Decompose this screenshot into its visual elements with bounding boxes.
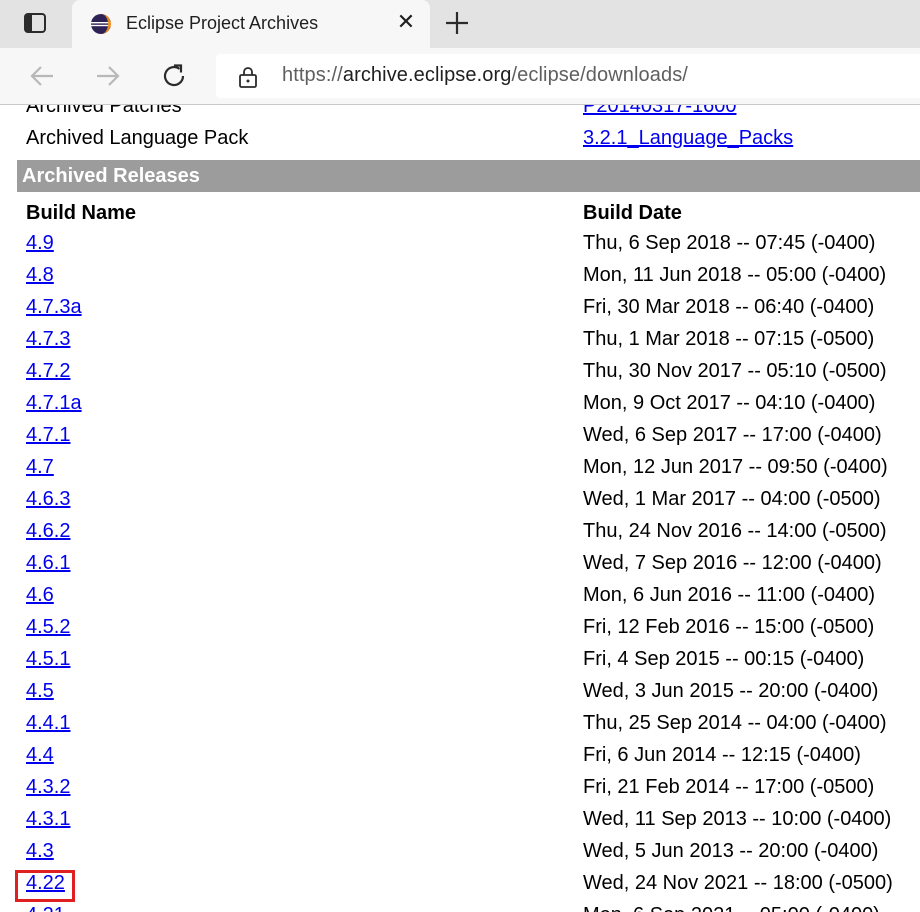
table-row: 4.5.2 Fri, 12 Feb 2016 -- 15:00 (-0500): [0, 614, 920, 646]
build-date: Fri, 21 Feb 2014 -- 17:00 (-0500): [583, 776, 875, 798]
table-row: 4.9 Thu, 6 Sep 2018 -- 07:45 (-0400): [0, 230, 920, 262]
table-row: 4.7.3a Fri, 30 Mar 2018 -- 06:40 (-0400): [0, 294, 920, 326]
info-label: Archived Patches: [26, 105, 182, 117]
build-date: Fri, 6 Jun 2014 -- 12:15 (-0400): [583, 744, 861, 766]
table-row: 4.3.2 Fri, 21 Feb 2014 -- 17:00 (-0500): [0, 774, 920, 806]
build-link[interactable]: 4.7.3a: [26, 296, 82, 319]
build-date: Mon, 6 Sep 2021 -- 05:00 (-0400): [583, 904, 880, 912]
section-title: Archived Releases: [22, 165, 200, 187]
table-row: 4.6 Mon, 6 Jun 2016 -- 11:00 (-0400): [0, 582, 920, 614]
table-row: 4.6.1 Wed, 7 Sep 2016 -- 12:00 (-0400): [0, 550, 920, 582]
column-header-build-name: Build Name: [26, 202, 137, 224]
build-link[interactable]: 4.6: [26, 584, 54, 607]
table-row: 4.8 Mon, 11 Jun 2018 -- 05:00 (-0400): [0, 262, 920, 294]
build-date: Thu, 25 Sep 2014 -- 04:00 (-0400): [583, 712, 887, 734]
reload-icon[interactable]: [160, 62, 188, 90]
close-icon[interactable]: ✕: [394, 10, 418, 34]
table-row: 4.7.2 Thu, 30 Nov 2017 -- 05:10 (-0500): [0, 358, 920, 390]
info-row-language-pack: Archived Language Pack 3.2.1_Language_Pa…: [0, 127, 920, 159]
table-row: 4.5 Wed, 3 Jun 2015 -- 20:00 (-0400): [0, 678, 920, 710]
build-date: Wed, 6 Sep 2017 -- 17:00 (-0400): [583, 424, 882, 446]
build-link[interactable]: 4.4.1: [26, 712, 70, 735]
patch-link[interactable]: P20140317-1600: [583, 105, 736, 118]
column-header-build-date: Build Date: [583, 202, 682, 224]
table-row: 4.3 Wed, 5 Jun 2013 -- 20:00 (-0400): [0, 838, 920, 870]
table-row: 4.5.1 Fri, 4 Sep 2015 -- 00:15 (-0400): [0, 646, 920, 678]
build-link[interactable]: 4.5.1: [26, 648, 70, 671]
highlight-box: [15, 870, 75, 902]
build-date: Wed, 7 Sep 2016 -- 12:00 (-0400): [583, 552, 882, 574]
table-row: 4.4.1 Thu, 25 Sep 2014 -- 04:00 (-0400): [0, 710, 920, 742]
tab-active[interactable]: Eclipse Project Archives ✕: [72, 0, 430, 48]
page-content: Archived Patches P20140317-1600 Archived…: [0, 105, 920, 912]
back-icon[interactable]: [28, 62, 56, 90]
build-link[interactable]: 4.7.3: [26, 328, 70, 351]
table-row: 4.7 Mon, 12 Jun 2017 -- 09:50 (-0400): [0, 454, 920, 486]
table-row: 4.7.3 Thu, 1 Mar 2018 -- 07:15 (-0500): [0, 326, 920, 358]
build-date: Thu, 1 Mar 2018 -- 07:15 (-0500): [583, 328, 875, 350]
build-date: Mon, 12 Jun 2017 -- 09:50 (-0400): [583, 456, 888, 478]
build-link[interactable]: 4.7.2: [26, 360, 70, 383]
build-link[interactable]: 4.21: [26, 904, 65, 912]
build-date: Mon, 9 Oct 2017 -- 04:10 (-0400): [583, 392, 876, 414]
build-date: Wed, 24 Nov 2021 -- 18:00 (-0500): [583, 872, 893, 894]
build-date: Thu, 6 Sep 2018 -- 07:45 (-0400): [583, 232, 876, 254]
build-link[interactable]: 4.3: [26, 840, 54, 863]
build-link[interactable]: 4.5.2: [26, 616, 70, 639]
table-row: 4.4 Fri, 6 Jun 2014 -- 12:15 (-0400): [0, 742, 920, 774]
table-row: 4.7.1 Wed, 6 Sep 2017 -- 17:00 (-0400): [0, 422, 920, 454]
toolbar: https://archive.eclipse.org/eclipse/down…: [0, 48, 920, 105]
info-label: Archived Language Pack: [26, 127, 249, 149]
url-text: https://archive.eclipse.org/eclipse/down…: [282, 64, 688, 87]
url-path: /eclipse/downloads/: [511, 64, 688, 86]
sidebar-toggle-icon[interactable]: [24, 13, 46, 33]
build-link[interactable]: 4.7.1: [26, 424, 70, 447]
table-row: 4.6.3 Wed, 1 Mar 2017 -- 04:00 (-0500): [0, 486, 920, 518]
build-date: Fri, 30 Mar 2018 -- 06:40 (-0400): [583, 296, 875, 318]
table-row: 4.22 Wed, 24 Nov 2021 -- 18:00 (-0500): [0, 870, 920, 902]
new-tab-icon[interactable]: [444, 10, 470, 36]
build-date: Mon, 6 Jun 2016 -- 11:00 (-0400): [583, 584, 876, 606]
table-row: 4.6.2 Thu, 24 Nov 2016 -- 14:00 (-0500): [0, 518, 920, 550]
build-date: Mon, 11 Jun 2018 -- 05:00 (-0400): [583, 264, 887, 286]
build-date: Thu, 30 Nov 2017 -- 05:10 (-0500): [583, 360, 887, 382]
build-date: Fri, 4 Sep 2015 -- 00:15 (-0400): [583, 648, 865, 670]
forward-icon[interactable]: [94, 62, 122, 90]
build-date: Wed, 5 Jun 2013 -- 20:00 (-0400): [583, 840, 879, 862]
build-date: Wed, 1 Mar 2017 -- 04:00 (-0500): [583, 488, 881, 510]
build-link[interactable]: 4.7: [26, 456, 54, 479]
build-date: Wed, 3 Jun 2015 -- 20:00 (-0400): [583, 680, 879, 702]
table-row: 4.7.1a Mon, 9 Oct 2017 -- 04:10 (-0400): [0, 390, 920, 422]
releases-list: 4.9 Thu, 6 Sep 2018 -- 07:45 (-0400) 4.8 Mo…: [0, 230, 920, 912]
table-row: 4.3.1 Wed, 11 Sep 2013 -- 10:00 (-0400): [0, 806, 920, 838]
build-link[interactable]: 4.6.3: [26, 488, 70, 511]
language-pack-link[interactable]: 3.2.1_Language_Packs: [583, 127, 793, 150]
url-host: archive.eclipse.org: [342, 64, 512, 86]
build-link[interactable]: 4.8: [26, 264, 54, 287]
table-row: 4.21 Mon, 6 Sep 2021 -- 05:00 (-0400): [0, 902, 920, 912]
url-scheme: https://: [282, 64, 343, 86]
info-row-patches: Archived Patches P20140317-1600: [0, 105, 920, 127]
build-link[interactable]: 4.3.1: [26, 808, 70, 831]
tab-bar: Eclipse Project Archives ✕: [0, 0, 920, 48]
build-date: Thu, 24 Nov 2016 -- 14:00 (-0500): [583, 520, 887, 542]
build-link[interactable]: 4.9: [26, 232, 54, 255]
build-link[interactable]: 4.7.1a: [26, 392, 82, 415]
build-link[interactable]: 4.6.1: [26, 552, 70, 575]
tab-title: Eclipse Project Archives: [126, 13, 319, 33]
build-link[interactable]: 4.6.2: [26, 520, 70, 543]
lock-icon[interactable]: [238, 66, 258, 88]
build-link[interactable]: 4.4: [26, 744, 54, 767]
build-link[interactable]: 4.5: [26, 680, 54, 703]
build-link[interactable]: 4.3.2: [26, 776, 70, 799]
build-date: Wed, 11 Sep 2013 -- 10:00 (-0400): [583, 808, 892, 830]
build-date: Fri, 12 Feb 2016 -- 15:00 (-0500): [583, 616, 875, 638]
section-header: Archived Releases: [17, 160, 920, 192]
eclipse-favicon: [91, 14, 111, 34]
address-bar[interactable]: https://archive.eclipse.org/eclipse/down…: [216, 54, 920, 98]
